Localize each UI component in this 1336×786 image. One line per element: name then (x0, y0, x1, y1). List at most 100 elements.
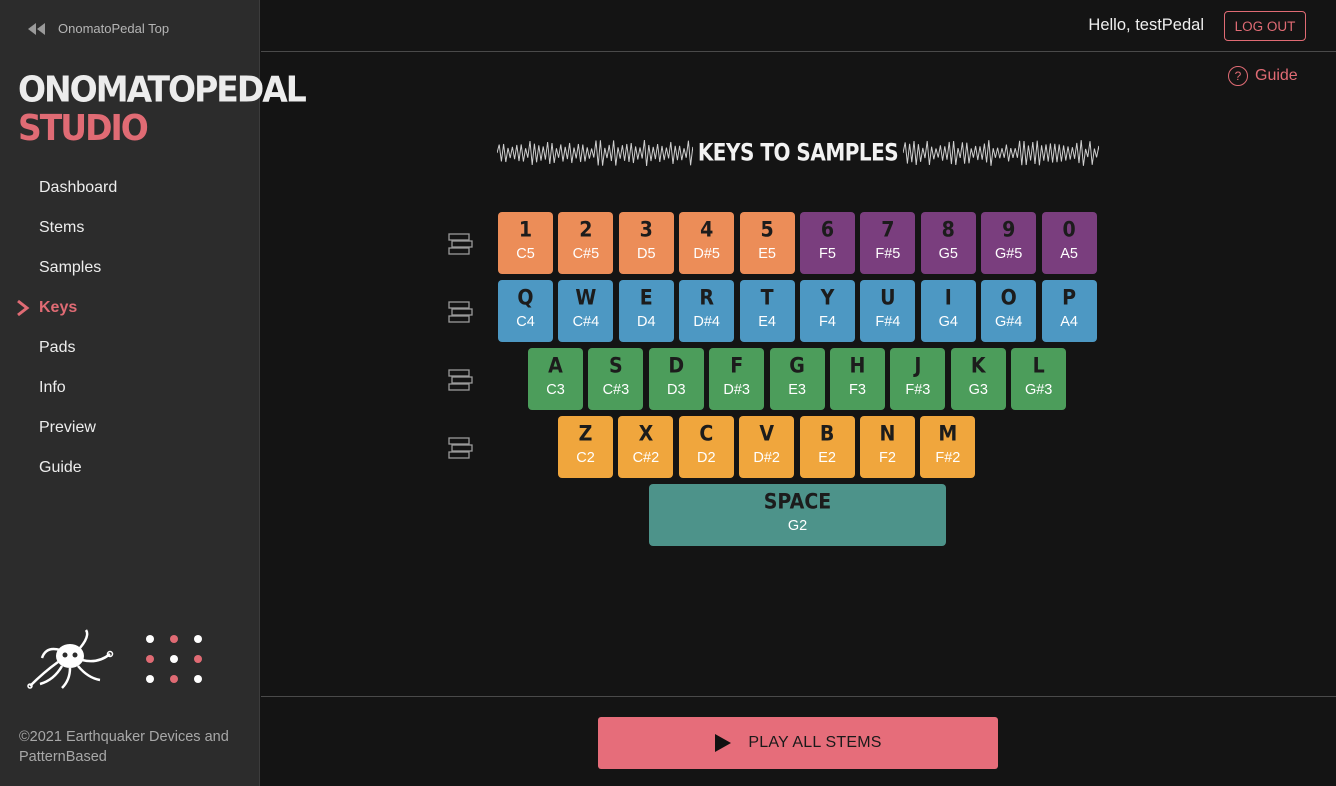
key-7[interactable]: 7 F#5 (860, 212, 916, 274)
row-stack-icon[interactable] (447, 232, 475, 256)
key-label: O (1000, 285, 1017, 311)
key-r[interactable]: R D#4 (679, 280, 735, 342)
footer-divider (261, 696, 1336, 697)
top-link[interactable]: OnomatoPedal Top (26, 21, 169, 36)
key-g[interactable]: G E3 (769, 348, 825, 410)
key-u[interactable]: U F#4 (860, 280, 916, 342)
key-label: S (609, 353, 623, 379)
key-note: D5 (637, 246, 656, 262)
key-label: 2 (579, 217, 593, 243)
key-i[interactable]: I G4 (920, 280, 976, 342)
key-2[interactable]: 2 C#5 (558, 212, 614, 274)
key-note: D2 (697, 450, 716, 466)
logout-button[interactable]: LOG OUT (1224, 11, 1306, 41)
key-1[interactable]: 1 C5 (498, 212, 553, 274)
key-label: 1 (518, 217, 533, 243)
key-a[interactable]: A C3 (528, 348, 583, 410)
brand-logo: ONOMATOPEDAL STUDIO (18, 69, 307, 148)
key-m[interactable]: M F#2 (920, 416, 976, 478)
key-8[interactable]: 8 G5 (920, 212, 976, 274)
key-y[interactable]: Y F4 (800, 280, 855, 342)
sidebar-item-label: Keys (39, 299, 78, 316)
key-label: T (760, 285, 774, 311)
key-note: E4 (758, 314, 776, 330)
sidebar-item-preview[interactable]: Preview (0, 408, 259, 448)
sidebar-nav: Dashboard Stems Samples Keys Pads Info P… (0, 168, 259, 488)
sidebar-item-stems[interactable]: Stems (0, 208, 259, 248)
key-e[interactable]: E D4 (618, 280, 674, 342)
key-h[interactable]: H F3 (830, 348, 885, 410)
key-note: C3 (546, 382, 565, 398)
key-note: D4 (637, 314, 656, 330)
guide-link[interactable]: ? Guide (1228, 66, 1298, 86)
key-o[interactable]: O G#4 (981, 280, 1037, 342)
key-note: D#3 (723, 382, 750, 398)
key-z[interactable]: Z C2 (558, 416, 613, 478)
key-3[interactable]: 3 D5 (618, 212, 674, 274)
sidebar-item-dashboard[interactable]: Dashboard (0, 168, 259, 208)
key-note: F#2 (935, 450, 961, 466)
user-greeting: Hello, testPedal (1088, 16, 1204, 34)
key-space[interactable]: SPACE G2 (649, 484, 946, 546)
key-note: F5 (819, 246, 836, 262)
key-label: 7 (881, 217, 895, 243)
key-note: C#3 (602, 382, 630, 398)
key-note: D#5 (693, 246, 720, 262)
key-note: C2 (576, 450, 595, 466)
sidebar-item-info[interactable]: Info (0, 368, 259, 408)
row-stack-icon[interactable] (447, 300, 475, 324)
key-p[interactable]: P A4 (1041, 280, 1097, 342)
key-j[interactable]: J F#3 (890, 348, 946, 410)
key-0[interactable]: 0 A5 (1041, 212, 1097, 274)
key-label: Z (578, 421, 593, 447)
key-c[interactable]: C D2 (678, 416, 734, 478)
key-b[interactable]: B E2 (799, 416, 855, 478)
key-t[interactable]: T E4 (739, 280, 795, 342)
key-label: C (699, 421, 714, 447)
sidebar-item-guide[interactable]: Guide (0, 448, 259, 488)
key-v[interactable]: V D#2 (739, 416, 795, 478)
key-label: 9 (1002, 217, 1016, 243)
patternbased-logo-icon (146, 635, 202, 683)
sidebar-item-label: Stems (39, 219, 85, 236)
key-label: U (880, 285, 896, 311)
key-note: G#4 (994, 314, 1023, 330)
key-note: F#4 (875, 314, 901, 330)
key-f[interactable]: F D#3 (709, 348, 765, 410)
key-q[interactable]: Q C4 (498, 280, 553, 342)
key-k[interactable]: K G3 (950, 348, 1006, 410)
row-stack-icon[interactable] (447, 368, 475, 392)
key-note: E2 (818, 450, 836, 466)
key-label: E (639, 285, 653, 311)
key-x[interactable]: X C#2 (618, 416, 674, 478)
key-label: X (638, 421, 654, 447)
key-5[interactable]: 5 E5 (739, 212, 795, 274)
key-note: D3 (667, 382, 686, 398)
sidebar-item-label: Pads (39, 339, 76, 356)
key-n[interactable]: N F2 (860, 416, 915, 478)
key-l[interactable]: L G#3 (1011, 348, 1067, 410)
partner-logos (26, 628, 202, 690)
sidebar-item-label: Preview (39, 419, 96, 436)
sidebar-item-label: Guide (39, 459, 82, 476)
sidebar-item-pads[interactable]: Pads (0, 328, 259, 368)
key-label: 8 (941, 217, 955, 243)
key-s[interactable]: S C#3 (588, 348, 644, 410)
sidebar-item-samples[interactable]: Samples (0, 248, 259, 288)
sidebar-item-keys[interactable]: Keys (0, 288, 259, 328)
key-w[interactable]: W C#4 (558, 280, 614, 342)
row-stack-icon[interactable] (447, 436, 475, 460)
header: Hello, testPedal LOG OUT (261, 0, 1336, 52)
key-d[interactable]: D D3 (648, 348, 704, 410)
key-6[interactable]: 6 F5 (800, 212, 855, 274)
key-9[interactable]: 9 G#5 (981, 212, 1037, 274)
top-link-label: OnomatoPedal Top (58, 21, 170, 36)
key-label: 0 (1062, 217, 1076, 243)
double-chevron-left-icon (28, 22, 45, 35)
key-label: R (699, 285, 714, 311)
key-note: G3 (968, 382, 988, 398)
key-4[interactable]: 4 D#5 (679, 212, 735, 274)
key-note: D#4 (693, 314, 720, 330)
play-all-stems-button[interactable]: PLAY ALL STEMS (598, 717, 998, 769)
key-note: E5 (758, 246, 776, 262)
